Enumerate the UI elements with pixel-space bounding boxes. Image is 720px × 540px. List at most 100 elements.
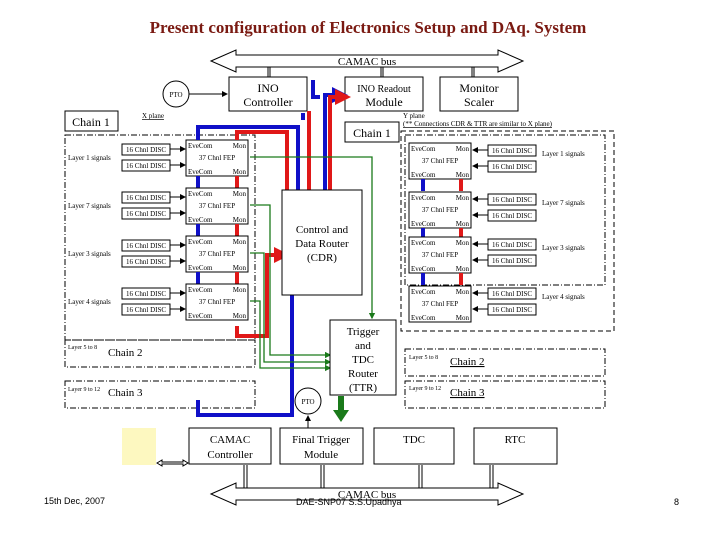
disc-box: 16 Chnl DISC — [487, 209, 537, 222]
fep-label: 37 Chnl FEP — [199, 202, 235, 210]
svg-text:CAMAC: CAMAC — [210, 434, 250, 446]
fep-label: 37 Chnl FEP — [422, 300, 458, 308]
fep-mon-top: Mon — [456, 145, 470, 153]
svg-text:(TTR): (TTR) — [349, 382, 377, 394]
fep-mon-top: Mon — [456, 194, 470, 202]
fep-mon-bottom: Mon — [456, 171, 470, 179]
fep-box: EveCom Mon 37 Chnl FEP EveCom Mon — [185, 235, 249, 273]
fep-evecom-bottom: EveCom — [188, 312, 213, 320]
svg-text:Data Router: Data Router — [295, 238, 349, 250]
computer-block — [122, 428, 156, 465]
x-chain3-frame — [64, 380, 256, 409]
fep-mon-bottom: Mon — [456, 220, 470, 228]
disc-label: 16 Chnl DISC — [126, 146, 166, 154]
disc-label: 16 Chnl DISC — [492, 241, 532, 249]
disc-box: 16 Chnl DISC — [121, 143, 171, 156]
fep-mon-top: Mon — [456, 288, 470, 296]
x-chain1-label-box: Chain 1 — [64, 110, 119, 132]
y-chain2-frame — [404, 348, 606, 377]
x-layer-group: Layer 7 signals 16 Chnl DISC 16 Chnl DISC E… — [68, 187, 249, 236]
y-layer-group: EveCom Mon 37 Chnl FEP EveCom Mon 16 Chnl DIS… — [408, 236, 585, 285]
x-layer-group: Layer 4 signals 16 Chnl DISC 16 Chnl DISC E… — [68, 283, 249, 321]
disc-box: 16 Chnl DISC — [487, 287, 537, 300]
x-chain3-small: Layer 9 to 12 — [68, 387, 100, 393]
fep-box: EveCom Mon 37 Chnl FEP EveCom Mon — [185, 139, 249, 177]
disc-label: 16 Chnl DISC — [492, 212, 532, 220]
fep-evecom-top: EveCom — [188, 238, 213, 246]
x-plane-label: X plane — [142, 112, 164, 120]
disc-label: 16 Chnl DISC — [492, 196, 532, 204]
final-trigger-box: Final Trigger Module — [279, 427, 364, 465]
fep-label: 37 Chnl FEP — [199, 154, 235, 162]
fep-mon-top: Mon — [456, 239, 470, 247]
ino-controller-box: INO Controller — [228, 76, 308, 112]
disc-box: 16 Chnl DISC — [121, 239, 171, 252]
fep-mon-bottom: Mon — [233, 264, 247, 272]
disc-label: 16 Chnl DISC — [492, 147, 532, 155]
fep-box: EveCom Mon 37 Chnl FEP EveCom Mon — [408, 142, 472, 180]
fep-label: 37 Chnl FEP — [199, 298, 235, 306]
x-layer-label: Layer 3 signals — [68, 250, 111, 258]
disc-label: 16 Chnl DISC — [126, 306, 166, 314]
fep-evecom-bottom: EveCom — [411, 171, 436, 179]
disc-label: 16 Chnl DISC — [492, 306, 532, 314]
disc-label: 16 Chnl DISC — [126, 242, 166, 250]
svg-text:Controller: Controller — [243, 95, 292, 109]
x-layer-label: Layer 1 signals — [68, 154, 111, 162]
camac-controller-box: CAMAC Controller — [188, 427, 272, 465]
daq-diagram: Present configuration of Electronics Set… — [44, 18, 679, 507]
disc-label: 16 Chnl DISC — [126, 162, 166, 170]
slide-title: Present configuration of Electronics Set… — [150, 18, 587, 37]
fep-box: EveCom Mon 37 Chnl FEP EveCom Mon — [185, 283, 249, 321]
fep-mon-top: Mon — [233, 190, 247, 198]
monitor-scaler-box: Monitor Scaler — [439, 76, 519, 112]
fep-box: EveCom Mon 37 Chnl FEP EveCom Mon — [408, 191, 472, 229]
fep-mon-bottom: Mon — [233, 168, 247, 176]
footer-date: 15th Dec, 2007 — [44, 496, 105, 506]
ttr-to-ftm-arrow — [333, 396, 349, 422]
y-chain2-label: Chain 2 — [450, 356, 485, 368]
disc-label: 16 Chnl DISC — [126, 258, 166, 266]
disc-box: 16 Chnl DISC — [121, 287, 171, 300]
disc-box: 16 Chnl DISC — [487, 193, 537, 206]
fep-evecom-bottom: EveCom — [188, 168, 213, 176]
y-chain2-small: Layer 5 to 8 — [409, 355, 438, 361]
fep-evecom-bottom: EveCom — [411, 220, 436, 228]
svg-text:Monitor: Monitor — [459, 81, 498, 95]
svg-text:Module: Module — [304, 449, 338, 461]
disc-box: 16 Chnl DISC — [487, 254, 537, 267]
ino-readout-box: INO Readout Module — [344, 76, 424, 112]
x-chain2-small: Layer 5 to 8 — [68, 345, 97, 351]
top-camac-bus: CAMAC bus — [209, 49, 525, 80]
svg-text:(CDR): (CDR) — [307, 252, 337, 264]
disc-box: 16 Chnl DISC — [487, 144, 537, 157]
disc-box: 16 Chnl DISC — [121, 159, 171, 172]
svg-text:Chain 1: Chain 1 — [353, 126, 391, 140]
fep-evecom-bottom: EveCom — [188, 216, 213, 224]
fep-box: EveCom Mon 37 Chnl FEP EveCom Mon — [185, 187, 249, 225]
disc-label: 16 Chnl DISC — [492, 257, 532, 265]
y-plane-note: (** Connections CDR & TTR are similar to… — [403, 120, 553, 128]
disc-box: 16 Chnl DISC — [487, 160, 537, 173]
x-layer-group: Layer 1 signals 16 Chnl DISC 16 Chnl DISC E… — [68, 139, 249, 188]
svg-text:Module: Module — [365, 95, 402, 109]
fep-evecom-bottom: EveCom — [411, 314, 436, 322]
svg-text:PTO: PTO — [301, 398, 314, 406]
y-layer-group: EveCom Mon 37 Chnl FEP EveCom Mon 16 Chnl DIS… — [408, 191, 585, 240]
disc-box: 16 Chnl DISC — [121, 207, 171, 220]
svg-text:Control and: Control and — [296, 224, 349, 236]
svg-text:TDC: TDC — [352, 354, 374, 366]
fep-mon-bottom: Mon — [233, 216, 247, 224]
fep-mon-top: Mon — [233, 286, 247, 294]
disc-label: 16 Chnl DISC — [126, 210, 166, 218]
fep-evecom-top: EveCom — [411, 194, 436, 202]
fep-box: EveCom Mon 37 Chnl FEP EveCom Mon — [408, 236, 472, 274]
svg-text:RTC: RTC — [505, 434, 526, 446]
footer-page-number: 8 — [674, 497, 679, 507]
top-bus-label: CAMAC bus — [338, 56, 396, 68]
svg-text:TDC: TDC — [403, 434, 425, 446]
pto-top: PTO — [162, 80, 228, 108]
y-layer-group: EveCom Mon 37 Chnl FEP EveCom Mon 16 Chnl DIS… — [408, 285, 585, 323]
pto-bottom: PTO — [294, 387, 322, 428]
svg-text:Scaler: Scaler — [464, 95, 494, 109]
